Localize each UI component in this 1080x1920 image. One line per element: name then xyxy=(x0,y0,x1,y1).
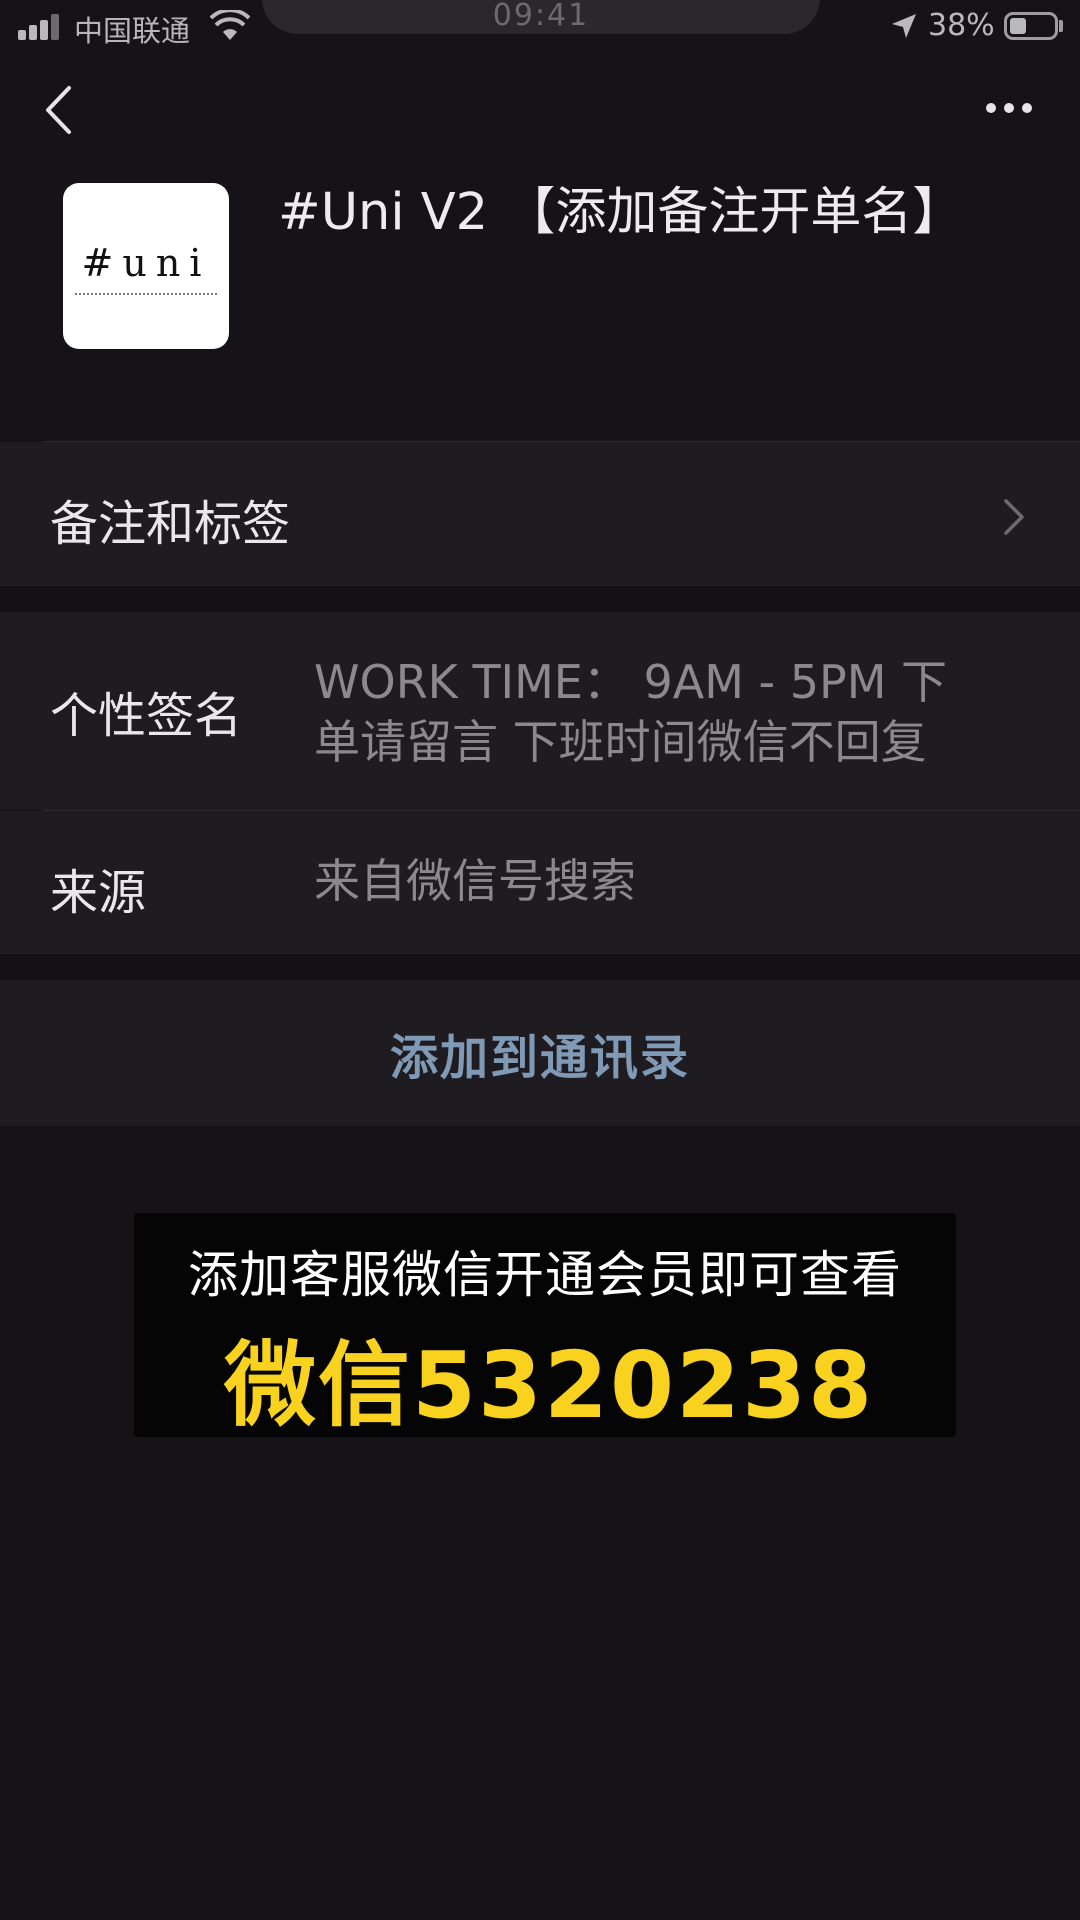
source-value: 来自微信号搜索 xyxy=(314,854,636,908)
status-bar: 中国联通 09:41 38% xyxy=(0,0,1080,56)
add-to-contacts-label: 添加到通讯录 xyxy=(389,1030,690,1086)
section-gap xyxy=(0,954,1080,980)
profile-name: #Uni V2 【添加备注开单名】 xyxy=(278,183,964,242)
remarks-and-tags-row[interactable]: 备注和标签 xyxy=(0,442,1080,586)
promo-text: 添加客服微信开通会员即可查看 xyxy=(188,1246,902,1304)
promo-wechat-id: 微信5320238 xyxy=(224,1332,875,1439)
more-dots-icon xyxy=(986,103,1032,113)
signature-row: 个性签名 WORK TIME： 9AM - 5PM 下 单请留言 下班时间微信不… xyxy=(0,612,1080,810)
battery-fill xyxy=(1010,18,1026,34)
chevron-right-icon xyxy=(1004,499,1024,535)
battery-tip xyxy=(1059,20,1063,32)
battery-percent: 38% xyxy=(928,8,995,43)
signature-line-1: WORK TIME： 9AM - 5PM 下 xyxy=(314,655,948,709)
add-to-contacts-button[interactable]: 添加到通讯录 xyxy=(0,980,1080,1126)
source-row: 来源 来自微信号搜索 xyxy=(0,811,1080,954)
back-button[interactable] xyxy=(30,78,86,142)
signal-icon xyxy=(18,14,62,40)
signature-line-2: 单请留言 下班时间微信不回复 xyxy=(314,715,927,769)
signature-value: WORK TIME： 9AM - 5PM 下 单请留言 下班时间微信不回复 xyxy=(314,652,947,772)
more-button[interactable] xyxy=(974,88,1044,128)
avatar-tagline-decoration xyxy=(75,293,217,299)
notch: 09:41 xyxy=(262,0,820,34)
location-icon xyxy=(892,14,916,38)
source-label: 来源 xyxy=(50,865,147,921)
section-gap xyxy=(0,586,1080,612)
chevron-left-icon xyxy=(46,86,71,134)
signature-label: 个性签名 xyxy=(50,688,243,744)
avatar[interactable]: #uni xyxy=(63,183,229,349)
avatar-logo: #uni xyxy=(81,241,211,285)
wifi-icon xyxy=(210,10,250,40)
battery-icon xyxy=(1004,12,1058,40)
carrier-name: 中国联通 xyxy=(74,14,191,48)
promo-banner: 添加客服微信开通会员即可查看 微信5320238 xyxy=(134,1213,956,1439)
remarks-label: 备注和标签 xyxy=(50,496,291,552)
status-time: 09:41 xyxy=(492,0,590,33)
